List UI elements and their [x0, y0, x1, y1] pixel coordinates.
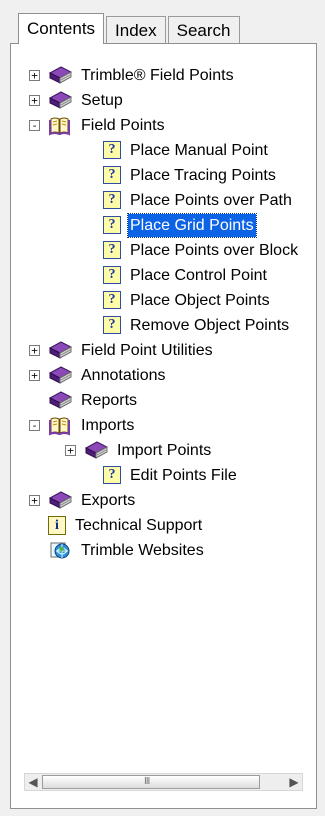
closed-book-icon [48, 65, 72, 86]
closed-book-icon [48, 340, 72, 361]
closed-book-icon [48, 90, 72, 111]
open-book-icon [48, 415, 72, 436]
expand-icon[interactable]: + [29, 344, 40, 356]
tree-item-label: Import Points [117, 441, 212, 459]
tree-item-label: Remove Object Points [130, 316, 290, 334]
scroll-thumb[interactable]: III [42, 775, 260, 789]
collapse-icon[interactable]: - [29, 419, 40, 431]
expand-icon[interactable]: + [29, 94, 40, 106]
tree-item-label: Place Grid Points [127, 212, 257, 238]
tree-item-label: Place Points over Path [130, 191, 292, 209]
help-page-icon: ? [103, 466, 121, 484]
tree-item-label: Setup [81, 91, 123, 109]
tree-item-label: Field Point Utilities [81, 341, 213, 359]
expand-icon[interactable]: + [65, 444, 76, 456]
tree-item-reports[interactable]: Reports [48, 388, 139, 412]
tree-item-field-points[interactable]: - Field Points [29, 113, 167, 137]
scroll-grip-icon: III [144, 776, 150, 787]
closed-book-icon [48, 390, 72, 411]
help-page-icon: ? [103, 241, 121, 259]
tree-item-technical-support[interactable]: i Technical Support [48, 513, 204, 537]
help-page-icon: ? [103, 141, 121, 159]
tab-search-label: Search [176, 21, 231, 40]
tree-item-label: Reports [81, 391, 138, 409]
open-book-icon [48, 115, 72, 136]
tab-contents-label: Contents [27, 19, 96, 38]
tree-item-label: Exports [81, 491, 136, 509]
help-page-icon: ? [103, 266, 121, 284]
tree-item-label: Edit Points File [130, 466, 237, 484]
tree-item-place-control-point[interactable]: ? Place Control Point [103, 263, 269, 287]
collapse-icon[interactable]: - [29, 119, 40, 131]
tree-item-place-manual-point[interactable]: ? Place Manual Point [103, 138, 270, 162]
tree-item-remove-object-points[interactable]: ? Remove Object Points [103, 313, 291, 337]
tree-item-trimble-websites[interactable]: Trimble Websites [48, 538, 206, 562]
tab-contents[interactable]: Contents [18, 13, 105, 44]
help-navigation-pane: Contents Index Search + Trimble® Field P… [0, 0, 325, 816]
contents-panel: + Trimble® Field Points + Setup - Field … [10, 43, 317, 809]
horizontal-scrollbar[interactable]: ◀ III ▶ [24, 773, 303, 791]
tree-item-label: Place Control Point [130, 266, 267, 284]
tree-item-exports[interactable]: + Exports [29, 488, 137, 512]
tree-item-import-points[interactable]: + Import Points [65, 438, 213, 462]
tab-index-label: Index [115, 21, 157, 40]
expand-icon[interactable]: + [29, 494, 40, 506]
tree-item-label: Field Points [81, 116, 165, 134]
closed-book-icon [48, 490, 72, 511]
tree-item-label: Annotations [81, 366, 166, 384]
closed-book-icon [84, 440, 108, 461]
tree-item-label: Trimble® Field Points [81, 66, 234, 84]
tree-item-imports[interactable]: - Imports [29, 413, 136, 437]
tree-item-label: Trimble Websites [81, 541, 204, 559]
tree-item-label: Imports [81, 416, 135, 434]
tree-item-place-grid-points[interactable]: ? Place Grid Points [103, 212, 257, 238]
tree-item-field-point-utilities[interactable]: + Field Point Utilities [29, 338, 215, 362]
help-page-icon: ? [103, 316, 121, 334]
help-page-icon: ? [103, 166, 121, 184]
tree-item-place-points-over-block[interactable]: ? Place Points over Block [103, 238, 300, 262]
tree-item-place-object-points[interactable]: ? Place Object Points [103, 288, 272, 312]
tree-item-label: Technical Support [75, 516, 203, 534]
help-page-icon: ? [103, 291, 121, 309]
expand-icon[interactable]: + [29, 369, 40, 381]
closed-book-icon [48, 365, 72, 386]
tree-item-place-points-over-path[interactable]: ? Place Points over Path [103, 188, 294, 212]
expand-icon[interactable]: + [29, 69, 40, 81]
info-page-icon: i [48, 515, 66, 535]
navigation-tabs: Contents Index Search [18, 13, 242, 44]
web-icon [48, 540, 72, 561]
tree-item-label: Place Manual Point [130, 141, 268, 159]
help-page-icon: ? [103, 216, 121, 234]
tab-search[interactable]: Search [167, 16, 240, 44]
contents-tree: + Trimble® Field Points + Setup - Field … [29, 59, 316, 766]
tree-item-label: Place Points over Block [130, 241, 299, 259]
tree-item-setup[interactable]: + Setup [29, 88, 125, 112]
tree-item-label: Place Object Points [130, 291, 270, 309]
tab-index[interactable]: Index [106, 16, 166, 44]
tree-item-annotations[interactable]: + Annotations [29, 363, 168, 387]
scroll-right-arrow-icon[interactable]: ▶ [286, 774, 302, 790]
scroll-left-arrow-icon[interactable]: ◀ [25, 774, 41, 790]
tree-item-trimble-field-points[interactable]: + Trimble® Field Points [29, 63, 236, 87]
tree-item-edit-points-file[interactable]: ? Edit Points File [103, 463, 239, 487]
tree-item-label: Place Tracing Points [130, 166, 276, 184]
help-page-icon: ? [103, 191, 121, 209]
tree-item-place-tracing-points[interactable]: ? Place Tracing Points [103, 163, 278, 187]
